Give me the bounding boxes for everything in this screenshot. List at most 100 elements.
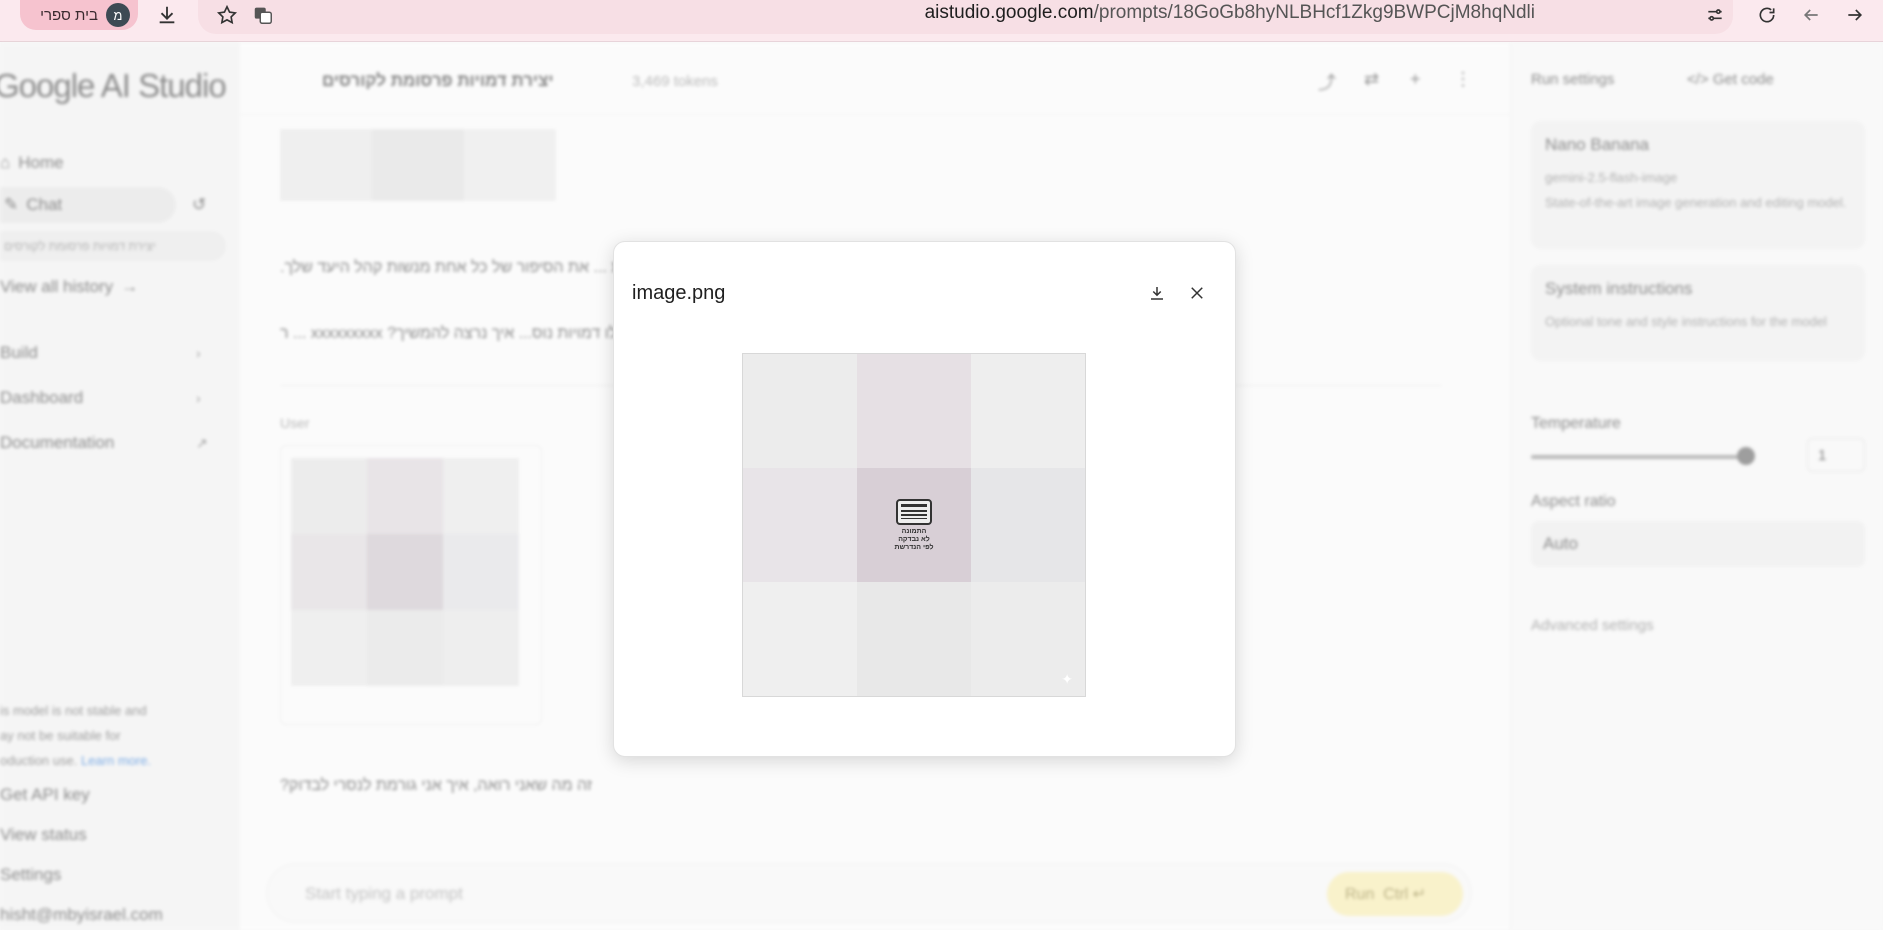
compare-icon[interactable]: ⇄ [1364,69,1379,90]
model-description: State-of-the-art image generation and ed… [1545,195,1847,210]
forward-icon[interactable] [1840,2,1870,28]
url-text[interactable]: aistudio.google.com/prompts/18GoGb8hyNLB… [925,2,1535,24]
profile-avatar: מ [106,3,130,27]
browser-toolbar: בית ספרי מ aistudio.google.com/prompts/1… [0,0,1883,42]
document-list-icon [896,498,932,525]
image-cell [971,354,1085,468]
thumb-cell [280,129,372,201]
translate-icon[interactable] [248,2,278,28]
model-id: gemini-2.5-flash-image [1545,170,1678,185]
system-instructions-card[interactable]: System instructions Optional tone and st… [1531,265,1865,361]
advanced-settings-toggle[interactable]: Advanced settings [1531,617,1654,634]
more-icon[interactable]: ⋮ [1454,69,1472,90]
download-button[interactable] [1142,278,1172,308]
thumb-cell [464,129,556,201]
close-icon [1191,287,1203,299]
system-instructions-title: System instructions [1545,279,1693,298]
omnibox[interactable]: aistudio.google.com/prompts/18GoGb8hyNLB… [198,0,1733,34]
image-preview-dialog: image.png התמונה לא נבדקה לפי הנדרשת ✦ [613,241,1236,757]
thumb-cell [367,534,443,610]
thumb-cell [443,458,519,534]
home-icon: ⌂ [0,153,11,172]
arrow-right-icon: → [121,277,139,296]
image-cell [743,354,857,468]
aspect-ratio-select[interactable]: Auto [1531,521,1865,567]
get-code-button[interactable]: </> Get code [1687,71,1774,88]
image-center-text: התמונה לא נבדקה לפי הנדרשת [895,528,934,552]
nav-settings-label: Settings [0,865,62,884]
external-link-icon: ↗ [196,435,208,451]
thumb-cell [367,458,443,534]
temperature-input[interactable]: 1 [1807,438,1865,472]
image-center-cell: התמונה לא נבדקה לפי הנדרשת [857,468,971,582]
thumb-cell [372,129,464,201]
nav-get-api-key-label: Get API key [0,785,90,804]
temperature-label: Temperature [1531,415,1621,432]
reload-icon[interactable] [1752,2,1782,28]
history-icon[interactable]: ↺ [192,195,206,215]
nav-view-status-label: View status [0,825,87,844]
temperature-slider-handle[interactable] [1737,447,1755,465]
temperature-slider[interactable] [1531,455,1745,459]
previous-image-thumbnail[interactable] [280,129,556,201]
chat-title[interactable]: יצירת דמויות פרסומת לקורסים [322,71,554,91]
get-code-label: Get code [1712,71,1774,88]
nav-documentation[interactable]: Documentation [0,433,114,453]
model-notice: is model is not stable and ay not be sui… [0,698,190,773]
view-history-label: View all history [0,277,114,296]
thumb-cell [291,610,367,686]
profile-name: בית ספרי [40,6,98,24]
run-button[interactable]: Run Ctrl ↵ [1327,872,1463,916]
url-path: /prompts/18GoGb8hyNLBHcf1Zkg9BWPCjM8hqNd… [1093,2,1535,23]
nav-chat[interactable]: ✎ Chat [0,187,176,223]
brand-logo: Google AI Studio [0,67,227,104]
bookmark-star-icon[interactable] [212,2,242,28]
thumb-cell [443,534,519,610]
aspect-ratio-label: Aspect ratio [1531,493,1616,510]
center-text-line: לפי הנדרשת [894,543,934,551]
user-message-text: זה מה שאני רואה, איך אני גורמת לנסרי לבד… [280,777,593,794]
image-cell [971,468,1085,582]
token-count: 3,469 tokens [632,73,718,90]
download-icon[interactable] [152,2,182,28]
prompt-input[interactable]: Start typing a prompt Run Ctrl ↵ [266,863,1472,923]
url-domain: aistudio.google.com [924,2,1094,23]
sidebar: Google AI Studio ⌂ Home ✎ Chat ↺ יצירת דמו… [0,43,240,930]
site-settings-icon[interactable] [1700,2,1730,28]
user-image-attachment[interactable] [280,445,542,725]
sparkle-icon: ✦ [1061,671,1073,687]
nav-settings[interactable]: Settings [0,865,61,885]
run-settings-title: Run settings [1531,71,1615,88]
prompt-placeholder: Start typing a prompt [305,884,463,903]
thumb-cell [291,534,367,610]
chevron-right-icon: › [196,390,201,406]
model-card[interactable]: Nano Banana gemini-2.5-flash-image State… [1531,121,1865,249]
model-name: Nano Banana [1545,135,1649,154]
back-icon[interactable] [1796,2,1826,28]
image-cell [857,354,971,468]
run-settings-panel: Run settings </> Get code Nano Banana ge… [1510,43,1883,930]
nav-view-status[interactable]: View status [0,825,87,845]
dialog-title: image.png [632,282,726,304]
user-image-grid [291,458,519,686]
image-preview: התמונה לא נבדקה לפי הנדרשת ✦ [742,353,1086,697]
nav-build[interactable]: Build [0,343,38,363]
view-history-link[interactable]: View all history → [0,277,138,297]
current-chat-item[interactable]: יצירת דמויות פרסומת לקורסים [0,231,226,261]
account-item[interactable]: hisht@mbyisrael.com [0,905,163,925]
learn-more-link[interactable]: Learn more. [81,753,151,768]
share-icon[interactable]: ⤴ [1318,69,1336,95]
nav-dashboard-label: Dashboard [0,388,84,407]
add-icon[interactable]: + [1410,69,1421,90]
notice-line: oduction use. [0,753,78,768]
profile-button[interactable]: בית ספרי מ [20,0,138,30]
nav-get-api-key[interactable]: Get API key [0,785,90,805]
run-shortcut: Ctrl ↵ [1383,886,1426,903]
nav-home[interactable]: ⌂ Home [0,153,64,173]
account-email: hisht@mbyisrael.com [0,905,163,924]
image-cell [743,468,857,582]
nav-dashboard[interactable]: Dashboard [0,388,83,408]
image-cell: ✦ [971,582,1085,696]
model-message-line: אילו דמויות נוס... איך נרצה להמשיך? xxxx… [280,325,632,342]
close-button[interactable] [1182,278,1212,308]
